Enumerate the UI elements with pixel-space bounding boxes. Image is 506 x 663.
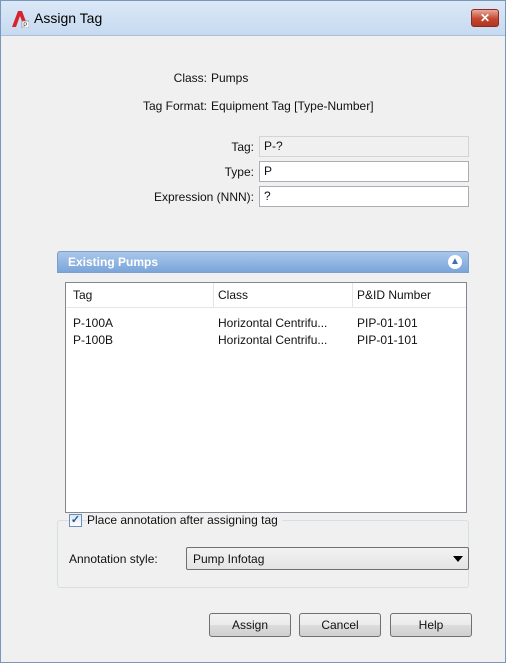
annotation-style-label: Annotation style: <box>69 552 158 566</box>
dropdown-arrow-icon <box>453 556 463 562</box>
class-label: Class: <box>173 71 207 85</box>
expression-input[interactable]: ? <box>259 186 469 207</box>
autocad-app-icon: P <box>12 11 29 28</box>
tag-field-label: Tag: <box>231 140 254 154</box>
expression-field-label: Expression (NNN): <box>153 190 254 204</box>
close-button[interactable]: ✕ <box>471 9 499 27</box>
row-tag: P-100A <box>73 316 114 330</box>
column-header-tag[interactable]: Tag <box>73 288 92 302</box>
column-divider[interactable] <box>352 283 353 307</box>
type-input[interactable]: P <box>259 161 469 182</box>
existing-pumps-header[interactable]: Existing Pumps ▲ <box>57 251 469 273</box>
row-class: Horizontal Centrifu... <box>218 333 328 347</box>
close-icon: ✕ <box>479 11 491 25</box>
list-header: Tag Class P&ID Number <box>66 283 466 308</box>
window-title: Assign Tag <box>34 10 103 26</box>
type-field-label: Type: <box>224 165 254 179</box>
column-divider[interactable] <box>213 283 214 307</box>
place-annotation-label[interactable]: Place annotation after assigning tag <box>87 513 282 527</box>
help-button[interactable]: Help <box>390 613 472 637</box>
cancel-button[interactable]: Cancel <box>299 613 381 637</box>
column-header-pid-number[interactable]: P&ID Number <box>357 288 431 302</box>
tag-format-value: Equipment Tag [Type-Number] <box>211 99 374 113</box>
row-pid-number: PIP-01-101 <box>357 316 418 330</box>
list-item[interactable]: P-100B Horizontal Centrifu... PIP-01-101 <box>66 332 466 349</box>
row-class: Horizontal Centrifu... <box>218 316 328 330</box>
title-bar: P Assign Tag ✕ <box>1 1 505 36</box>
assign-button[interactable]: Assign <box>209 613 291 637</box>
class-value: Pumps <box>211 71 249 85</box>
list-item[interactable]: P-100A Horizontal Centrifu... PIP-01-101 <box>66 315 466 332</box>
annotation-style-value: Pump Infotag <box>193 552 265 566</box>
assign-tag-dialog: P Assign Tag ✕ Class: Pumps Tag Format: … <box>0 0 506 663</box>
tag-format-label: Tag Format: <box>142 99 207 113</box>
tag-field: P-? <box>259 136 469 157</box>
column-header-class[interactable]: Class <box>218 288 248 302</box>
place-annotation-checkbox[interactable]: ✓ <box>69 514 82 527</box>
row-tag: P-100B <box>73 333 114 347</box>
collapse-chevron-up-icon[interactable]: ▲ <box>448 255 462 269</box>
existing-pumps-title: Existing Pumps <box>68 255 159 269</box>
existing-pumps-list[interactable]: Tag Class P&ID Number P-100A Horizontal … <box>65 282 467 513</box>
svg-text:P: P <box>23 23 27 28</box>
annotation-style-dropdown[interactable]: Pump Infotag <box>186 547 469 570</box>
row-pid-number: PIP-01-101 <box>357 333 418 347</box>
